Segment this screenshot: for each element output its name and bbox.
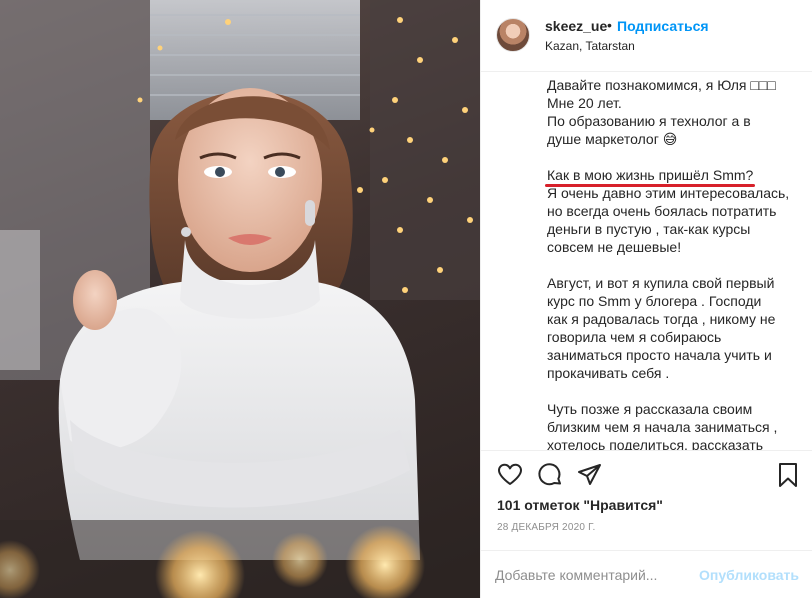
caption-line: По образованию я технолог а в (547, 113, 751, 129)
caption-line: душе маркетолог 😅 (547, 131, 678, 147)
caption-line: близким чем я начала заниматься , (547, 419, 778, 435)
caption-line: как я радовалась тогда , никому не (547, 311, 776, 327)
caption-area[interactable]: Давайте познакомимся, я Юля □□□ Мне 20 л… (481, 72, 812, 450)
caption-line: но всегда очень боялась потратить (547, 203, 777, 219)
comment-input[interactable] (495, 563, 695, 587)
caption-text: Давайте познакомимся, я Юля □□□ Мне 20 л… (545, 76, 793, 450)
caption-line: деньги в пустую , так-как курсы (547, 221, 751, 237)
caption-line: говорила чем я собираюсь (547, 329, 722, 345)
caption-line: прокачивать себя . (547, 365, 670, 381)
post-actions: 101 отметок "Нравится" 28 ДЕКАБРЯ 2020 Г… (481, 450, 812, 550)
post-date[interactable]: 28 ДЕКАБРЯ 2020 Г. (497, 522, 595, 533)
heart-icon[interactable] (497, 462, 523, 488)
comment-icon[interactable] (537, 462, 563, 488)
post-photo[interactable] (0, 0, 480, 598)
caption-line: хотелось поделиться, рассказать (547, 437, 764, 450)
caption-highlight-line: Как в мою жизнь пришёл Smm? (545, 166, 793, 187)
share-icon[interactable] (577, 462, 603, 488)
caption-line: Август, и вот я купила свой первый (547, 275, 775, 291)
caption-line: заниматься просто начала учить и (547, 347, 772, 363)
caption-line: Чуть позже я рассказала своим (547, 401, 753, 417)
separator-dot: • (607, 17, 612, 33)
caption-line: Давайте познакомимся, я Юля □□□ (547, 77, 776, 93)
location-link[interactable]: Kazan, Tatarstan (545, 39, 635, 53)
caption-line: совсем не дешевые! (547, 239, 682, 255)
post-side-panel: skeez_ue • Подписаться Kazan, Tatarstan … (480, 0, 812, 598)
username-link[interactable]: skeez_ue (545, 18, 607, 34)
post-header: skeez_ue • Подписаться Kazan, Tatarstan (481, 0, 812, 72)
caption-line: Мне 20 лет. (547, 95, 622, 111)
portrait-photo (0, 0, 480, 598)
likes-count[interactable]: 101 отметок "Нравится" (497, 497, 663, 513)
caption-highlight: Как в мою жизнь пришёл Smm? (545, 166, 755, 187)
avatar[interactable] (496, 18, 530, 52)
caption-line: курс по Smm у блогера . Господи (547, 293, 762, 309)
red-underline (545, 184, 755, 187)
caption-highlight-text: Как в мою жизнь пришёл Smm? (547, 167, 754, 183)
follow-button[interactable]: Подписаться (617, 18, 709, 34)
comment-bar: Опубликовать (481, 550, 812, 598)
bookmark-icon[interactable] (775, 462, 801, 488)
publish-button[interactable]: Опубликовать (699, 567, 799, 583)
